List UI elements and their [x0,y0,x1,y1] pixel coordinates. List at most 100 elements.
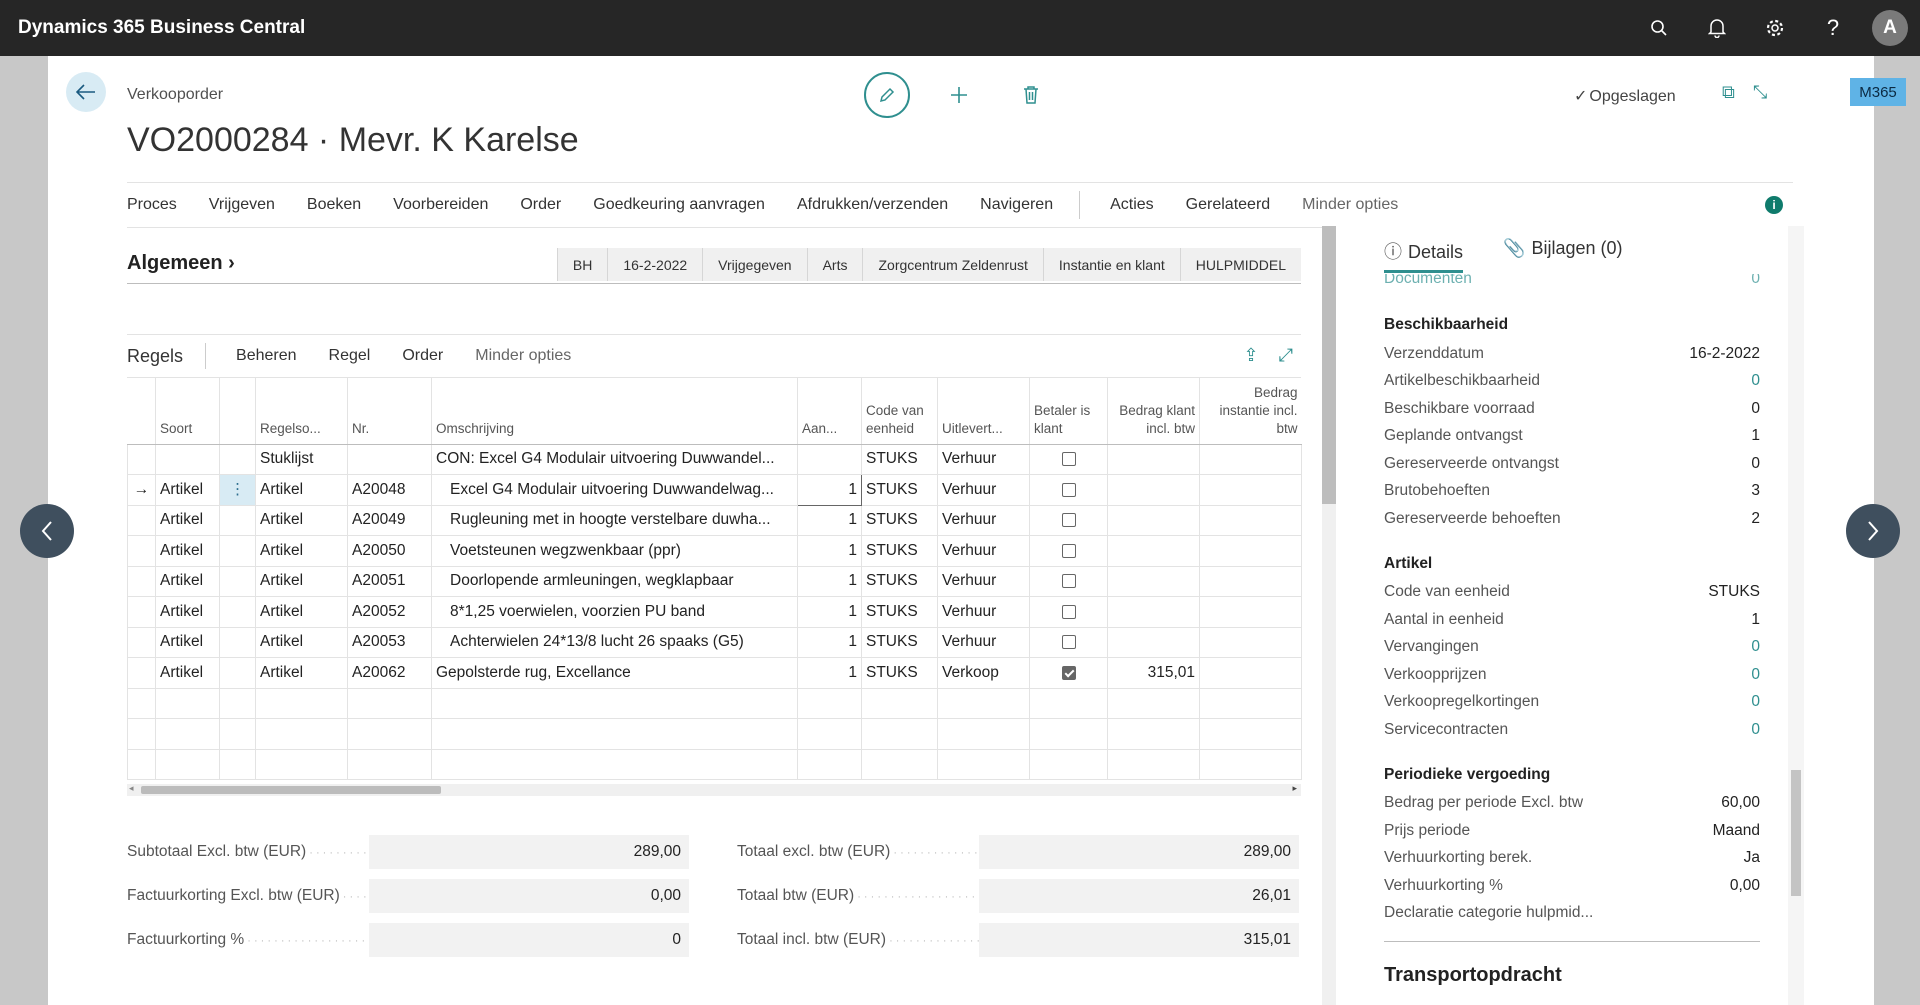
cell-eenheid[interactable]: STUKS [861,657,938,689]
cell-betaler[interactable] [1029,443,1108,475]
empty-cell[interactable] [127,748,156,780]
empty-cell[interactable] [1199,718,1302,750]
factbox-tab-attachments[interactable]: 📎 Bijlagen (0) [1503,238,1622,273]
grid-header[interactable]: Betaler is klant [1029,378,1108,445]
cell-bedrag_instantie[interactable] [1199,474,1302,506]
cell-soort[interactable]: Artikel [155,535,220,567]
empty-cell[interactable] [219,687,256,719]
cell-nr[interactable] [347,443,432,475]
cell-eenheid[interactable]: STUKS [861,596,938,628]
empty-cell[interactable] [797,748,862,780]
grid-header[interactable]: Bedrag klant incl. btw [1107,378,1200,445]
cell-bedrag_klant[interactable] [1107,443,1200,475]
row-menu-icon[interactable] [219,596,256,628]
table-row[interactable]: Artikel Artikel A20062 Gepolsterde rug, Exc… [127,657,1302,689]
cell-soort[interactable] [155,443,220,475]
cell-uitlevering[interactable]: Verhuur [937,504,1030,536]
cell-omschrijving[interactable]: CON: Excel G4 Modulair uitvoering Duwwan… [431,443,798,475]
main-vertical-scrollbar[interactable] [1322,226,1336,1005]
empty-cell[interactable] [347,687,432,719]
cell-regelsoort[interactable]: Artikel [255,565,348,597]
factbox-value[interactable]: 0 [1751,721,1760,739]
cell-regelsoort[interactable]: Artikel [255,596,348,628]
grid-header[interactable]: Soort [155,378,220,445]
row-menu-icon[interactable] [219,504,256,536]
cell-aantal[interactable]: 1 [797,565,862,597]
cell-bedrag_instantie[interactable] [1199,443,1302,475]
cell-betaler[interactable] [1029,504,1108,536]
checkbox[interactable] [1061,543,1076,558]
grid-header[interactable]: Aan... [797,378,862,445]
empty-cell[interactable] [1199,687,1302,719]
row-menu-icon[interactable] [219,565,256,597]
factbox-value[interactable]: 0 [1751,666,1760,684]
cell-omschrijving[interactable]: Excel G4 Modulair uitvoering Duwwandelwa… [431,474,798,506]
cell-regelsoort[interactable]: Artikel [255,535,348,567]
cell-regelsoort[interactable]: Stuklijst [255,443,348,475]
cell-regelsoort[interactable]: Artikel [255,657,348,689]
cell-bedrag_klant[interactable] [1107,596,1200,628]
cell-nr[interactable]: A20062 [347,657,432,689]
bell-icon[interactable] [1688,0,1746,56]
empty-cell[interactable] [861,748,938,780]
previous-record-button[interactable] [20,504,74,558]
empty-cell[interactable] [255,718,348,750]
table-row[interactable]: Stuklijst CON: Excel G4 Modulair uitvoeri… [127,443,1302,475]
edit-pencil-icon[interactable] [864,72,910,118]
cell-bedrag_klant[interactable] [1107,474,1200,506]
cell-bedrag_klant[interactable] [1107,626,1200,658]
action-order[interactable]: Order [520,196,561,214]
empty-cell[interactable] [255,748,348,780]
total-value[interactable]: 0,00 [369,879,689,913]
cell-regelsoort[interactable]: Artikel [255,474,348,506]
table-row-empty[interactable] [127,718,1302,750]
cell-soort[interactable]: Artikel [155,565,220,597]
cell-eenheid[interactable]: STUKS [861,535,938,567]
cell-nr[interactable]: A20050 [347,535,432,567]
row-menu-icon[interactable] [219,535,256,567]
expand-icon[interactable]: ⤢ [1279,345,1293,366]
m365-badge[interactable]: M365 [1850,78,1906,106]
cell-bedrag_instantie[interactable] [1199,565,1302,597]
cell-betaler[interactable] [1029,565,1108,597]
factbox-cut-label[interactable]: Documenten [1384,274,1472,294]
table-row[interactable]: Artikel Artikel A20052 8*1,25 voerwielen, v… [127,596,1302,628]
cell-betaler[interactable] [1029,657,1108,689]
empty-cell[interactable] [1107,748,1200,780]
grid-header[interactable]: Omschrijving [431,378,798,445]
scroll-right-icon[interactable]: ▸ [1292,783,1297,794]
cell-uitlevering[interactable]: Verhuur [937,474,1030,506]
cell-eenheid[interactable]: STUKS [861,626,938,658]
total-value[interactable]: 0 [369,923,689,957]
info-icon[interactable]: i [1765,196,1783,214]
cell-betaler[interactable] [1029,626,1108,658]
factbox-scroll-thumb[interactable] [1791,770,1801,896]
empty-cell[interactable] [1199,748,1302,780]
empty-cell[interactable] [127,718,156,750]
cell-aantal[interactable]: 1 [797,474,862,506]
cell-bedrag_instantie[interactable] [1199,626,1302,658]
action-afdrukken[interactable]: Afdrukken/verzenden [797,196,948,214]
empty-cell[interactable] [1107,687,1200,719]
cell-omschrijving[interactable]: Doorlopende armleuningen, wegklapbaar [431,565,798,597]
cell-aantal[interactable] [797,443,862,475]
empty-cell[interactable] [1029,718,1108,750]
cell-bedrag_klant[interactable] [1107,565,1200,597]
cell-betaler[interactable] [1029,596,1108,628]
factbox-section-title[interactable]: Transportopdracht [1384,964,1760,987]
app-title[interactable]: Dynamics 365 Business Central [18,17,305,39]
cell-bedrag_instantie[interactable] [1199,535,1302,567]
action-goedkeuring[interactable]: Goedkeuring aanvragen [593,196,765,214]
delete-trash-icon[interactable] [1008,72,1054,118]
empty-cell[interactable] [219,718,256,750]
empty-cell[interactable] [937,687,1030,719]
row-menu-icon[interactable] [219,626,256,658]
action-gerelateerd[interactable]: Gerelateerd [1186,196,1271,214]
row-menu-icon[interactable] [219,657,256,689]
action-voorbereiden[interactable]: Voorbereiden [393,196,488,214]
cell-uitlevering[interactable]: Verhuur [937,626,1030,658]
empty-cell[interactable] [155,748,220,780]
cell-nr[interactable]: A20051 [347,565,432,597]
action-acties[interactable]: Acties [1110,196,1154,214]
table-row[interactable]: → Artikel ⋮ Artikel A20048 Excel G4 Modulair … [127,474,1302,506]
